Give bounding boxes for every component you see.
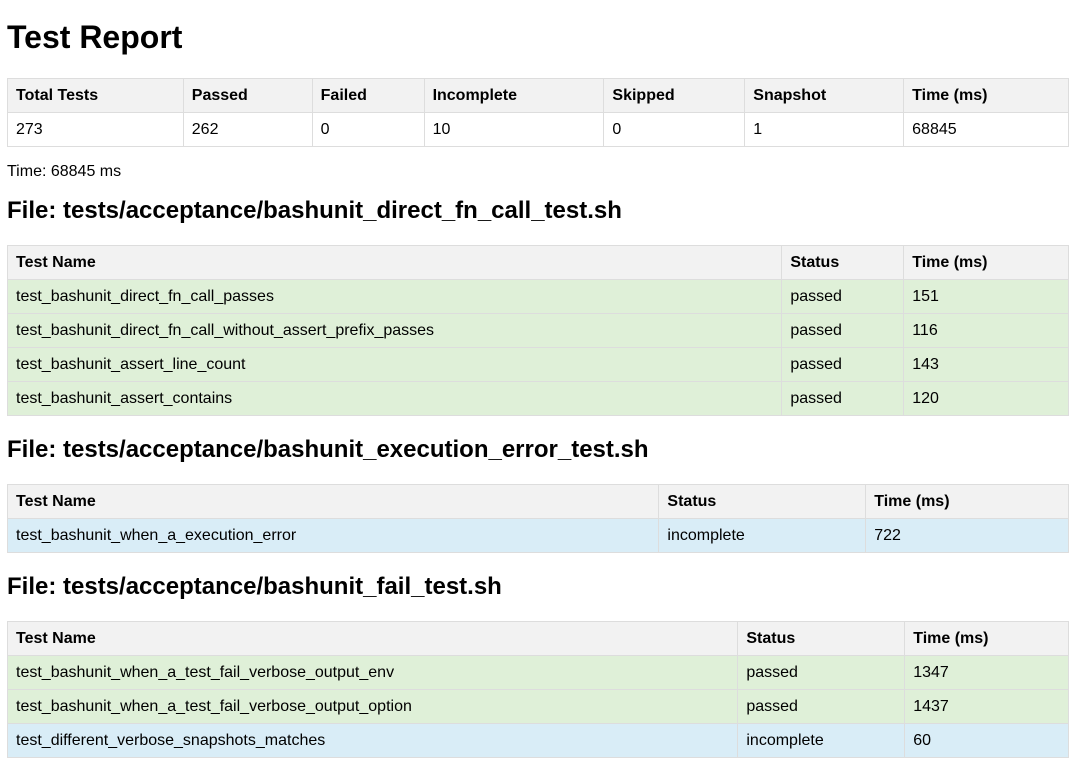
file-section: File: tests/acceptance/bashunit_direct_f… [6,197,1069,416]
summary-value-passed: 262 [182,112,313,147]
summary-value-incomplete: 10 [423,112,605,147]
summary-values-row: 273 262 0 10 0 1 68845 [7,112,1069,147]
summary-value-time: 68845 [903,112,1069,147]
summary-header-incomplete: Incomplete [423,78,605,113]
file-title: File: tests/acceptance/bashunit_fail_tes… [7,573,502,600]
file-title: File: tests/acceptance/bashunit_direct_f… [7,197,622,224]
column-header-status: Status [781,245,905,280]
file-results-table: Test Name Status Time (ms) test_bashunit… [6,484,1069,553]
file-title: File: tests/acceptance/bashunit_executio… [7,436,649,463]
summary-header-passed: Passed [182,78,313,113]
table-header-row: Test Name Status Time (ms) [6,245,1069,280]
total-time-text: Time: 68845 ms [7,163,122,180]
test-name-cell: test_bashunit_assert_contains [6,381,783,416]
column-header-test-name: Test Name [6,621,739,656]
column-header-time: Time (ms) [865,484,1069,519]
test-name-cell: test_bashunit_direct_fn_call_without_ass… [6,313,783,348]
file-results-table: Test Name Status Time (ms) test_bashunit… [6,245,1069,416]
summary-value-snapshot: 1 [744,112,905,147]
table-header-row: Test Name Status Time (ms) [6,484,1069,519]
status-cell: incomplete [658,518,867,553]
table-row: test_bashunit_assert_line_count passed 1… [6,347,1069,382]
column-header-time: Time (ms) [903,245,1069,280]
column-header-status: Status [737,621,906,656]
table-row: test_different_verbose_snapshots_matches… [6,723,1069,758]
summary-header-row: Total Tests Passed Failed Incomplete Ski… [7,78,1069,113]
time-cell: 60 [904,723,1069,758]
column-header-time: Time (ms) [904,621,1069,656]
time-cell: 116 [903,313,1069,348]
file-section: File: tests/acceptance/bashunit_fail_tes… [6,573,1069,758]
status-cell: passed [737,655,906,690]
time-cell: 1437 [904,689,1069,724]
test-name-cell: test_different_verbose_snapshots_matches [6,723,739,758]
test-name-cell: test_bashunit_direct_fn_call_passes [6,279,783,314]
table-row: test_bashunit_when_a_execution_error inc… [6,518,1069,553]
column-header-test-name: Test Name [6,245,783,280]
column-header-status: Status [658,484,867,519]
summary-header-skipped: Skipped [603,78,746,113]
time-cell: 143 [903,347,1069,382]
summary-header-snapshot: Snapshot [744,78,905,113]
table-row: test_bashunit_assert_contains passed 120 [6,381,1069,416]
summary-value-skipped: 0 [603,112,746,147]
table-row: test_bashunit_direct_fn_call_passes pass… [6,279,1069,314]
status-cell: passed [781,313,905,348]
report-page: Test Report Total Tests Passed Failed In… [0,0,1075,758]
test-name-cell: test_bashunit_when_a_test_fail_verbose_o… [6,689,739,724]
summary-header-failed: Failed [311,78,425,113]
page-title: Test Report [7,19,183,55]
table-row: test_bashunit_when_a_test_fail_verbose_o… [6,689,1069,724]
status-cell: incomplete [737,723,906,758]
file-results-table: Test Name Status Time (ms) test_bashunit… [6,621,1069,758]
status-cell: passed [781,279,905,314]
status-cell: passed [781,381,905,416]
summary-header-time: Time (ms) [903,78,1069,113]
summary-header-total: Total Tests [7,78,184,113]
summary-table: Total Tests Passed Failed Incomplete Ski… [7,78,1069,147]
status-cell: passed [781,347,905,382]
test-name-cell: test_bashunit_when_a_execution_error [6,518,660,553]
time-cell: 1347 [904,655,1069,690]
time-cell: 120 [903,381,1069,416]
time-cell: 722 [865,518,1069,553]
status-cell: passed [737,689,906,724]
time-cell: 151 [903,279,1069,314]
file-section: File: tests/acceptance/bashunit_executio… [6,436,1069,553]
test-name-cell: test_bashunit_when_a_test_fail_verbose_o… [6,655,739,690]
test-name-cell: test_bashunit_assert_line_count [6,347,783,382]
summary-value-failed: 0 [311,112,425,147]
table-row: test_bashunit_direct_fn_call_without_ass… [6,313,1069,348]
summary-value-total: 273 [7,112,184,147]
table-header-row: Test Name Status Time (ms) [6,621,1069,656]
table-row: test_bashunit_when_a_test_fail_verbose_o… [6,655,1069,690]
column-header-test-name: Test Name [6,484,660,519]
